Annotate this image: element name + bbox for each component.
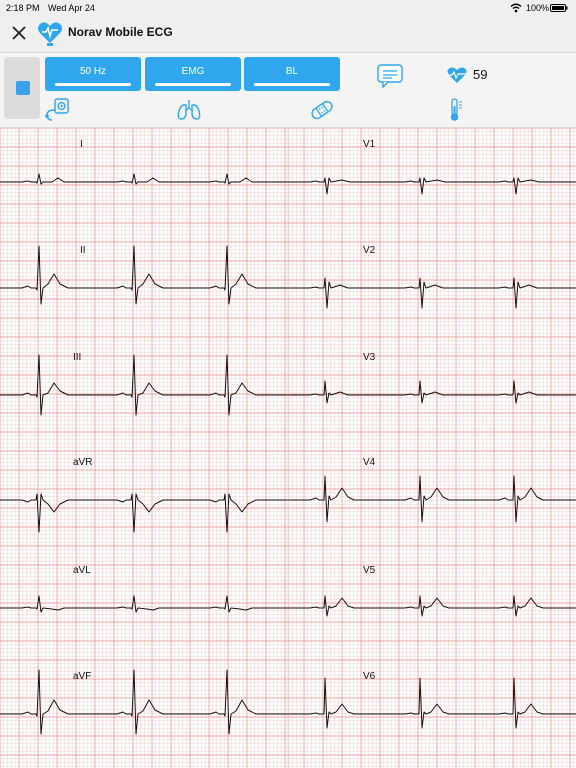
lead-label-v1: V1 xyxy=(363,139,376,150)
ecg-trace-v6 xyxy=(288,677,576,729)
ecg-trace-v3 xyxy=(288,380,576,404)
filter-indicator xyxy=(254,83,330,86)
lead-label-v3: V3 xyxy=(363,352,376,363)
lead-label-avf: aVF xyxy=(73,671,91,682)
battery-percent: 100% xyxy=(526,3,550,13)
filter-indicator xyxy=(55,83,131,86)
status-date: Wed Apr 24 xyxy=(48,3,95,13)
lead-label-iii: III xyxy=(73,352,81,363)
thermometer-icon[interactable] xyxy=(446,98,464,122)
ecg-trace-v4 xyxy=(288,475,576,523)
filter-bl-button[interactable]: BL xyxy=(244,57,340,91)
lead-label-v4: V4 xyxy=(363,457,376,468)
lead-label-avl: aVL xyxy=(73,565,91,576)
ecg-trace-avr xyxy=(0,493,288,533)
heart-rate-value: 59 xyxy=(473,67,488,82)
status-bar: 2:18 PM Wed Apr 24 100% xyxy=(0,0,576,16)
filter-label: 50 Hz xyxy=(79,66,107,77)
lead-label-v5: V5 xyxy=(363,565,376,576)
app-title: Norav Mobile ECG xyxy=(68,25,173,39)
lead-label-v6: V6 xyxy=(363,671,376,682)
lead-label-v2: V2 xyxy=(363,245,376,256)
lead-label-avr: aVR xyxy=(73,457,92,468)
app-header: Norav Mobile ECG xyxy=(0,16,576,53)
ecg-trace-v5 xyxy=(288,595,576,617)
filter-emg-button[interactable]: EMG xyxy=(145,57,241,91)
ecg-grid: IIIIIIaVRaVLaVFV1V2V3V4V5V6 xyxy=(0,128,576,768)
ecg-trace-iii xyxy=(0,354,288,416)
filter-50hz-button[interactable]: 50 Hz xyxy=(45,57,141,91)
stop-button[interactable] xyxy=(4,57,40,119)
heart-rate-icon xyxy=(447,67,467,83)
close-icon[interactable] xyxy=(8,22,30,44)
lead-label-i: I xyxy=(80,139,83,150)
ecg-trace-v2 xyxy=(288,277,576,309)
stop-icon xyxy=(16,81,30,95)
filter-indicator xyxy=(155,83,231,86)
toolbar: 50 Hz EMG BL 59 xyxy=(0,53,576,128)
message-icon[interactable] xyxy=(377,64,403,88)
status-time: 2:18 PM xyxy=(6,3,40,13)
bandage-icon[interactable] xyxy=(309,98,335,122)
ecg-trace-avl xyxy=(0,595,288,613)
battery-icon xyxy=(550,4,568,12)
lungs-icon[interactable] xyxy=(176,99,202,121)
patient-monitor-icon[interactable] xyxy=(44,98,70,122)
ecg-trace-i xyxy=(0,173,288,185)
heart-logo-icon xyxy=(38,22,62,46)
ecg-trace-v1 xyxy=(288,177,576,195)
lead-label-ii: II xyxy=(80,245,86,256)
filter-label: EMG xyxy=(181,66,205,77)
ecg-trace-avf xyxy=(0,669,288,735)
wifi-icon xyxy=(510,3,522,13)
filter-label: BL xyxy=(285,66,299,77)
